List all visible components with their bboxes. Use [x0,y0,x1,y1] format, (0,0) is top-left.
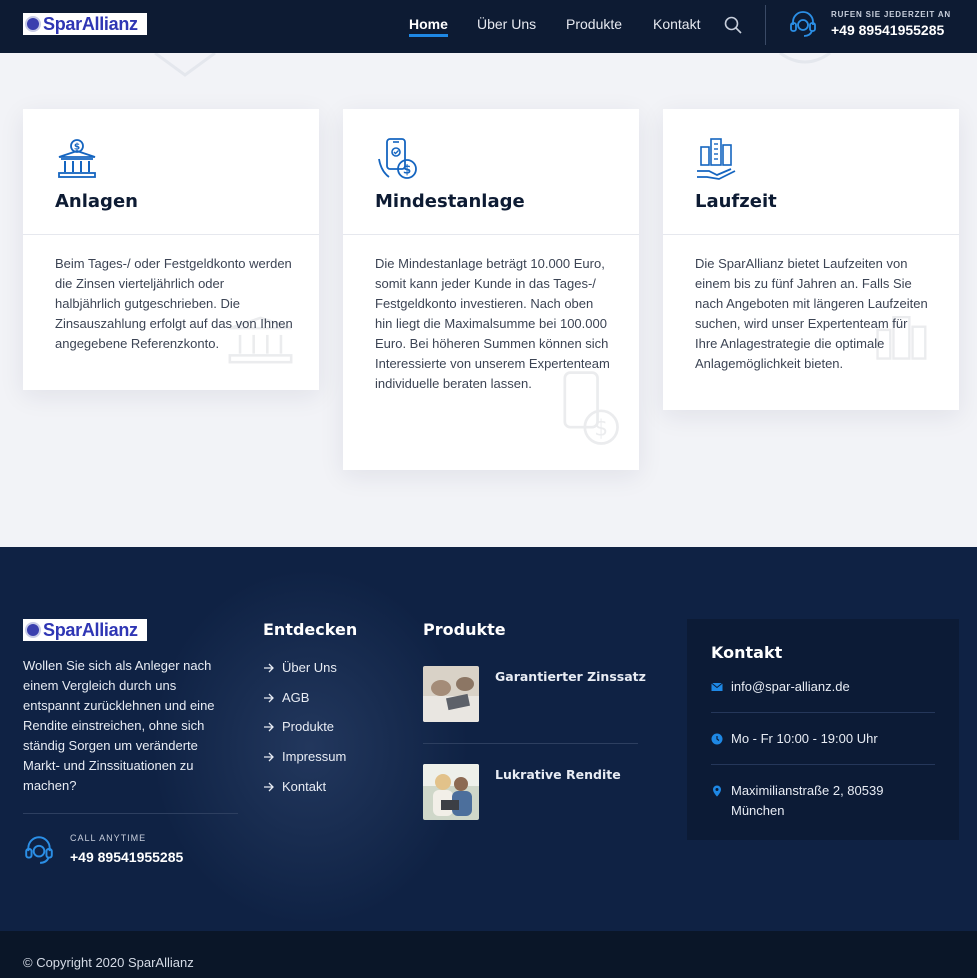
footer-link-impressum[interactable]: Impressum [263,749,346,764]
arrow-right-icon [264,693,274,702]
arrow-right-icon [264,782,274,791]
contact-heading: Kontakt [711,643,783,662]
footer-link-ueber-uns[interactable]: Über Uns [263,660,337,675]
footer-products-heading: Produkte [423,620,506,639]
footer-link-label: Produkte [282,719,335,734]
footer-phone[interactable]: +49 89541955285 [70,849,183,865]
arrow-right-icon [264,722,274,731]
copyright-text: © Copyright 2020 SparAllianz [23,955,194,970]
footer-divider [23,813,238,814]
contact-email-text: info@spar-allianz.de [731,679,850,694]
site-logo[interactable]: SparAllianz [23,13,147,35]
contact-hours-text: Mo - Fr 10:00 - 19:00 Uhr [731,731,878,746]
contact-divider [711,764,935,765]
logo-text: SparAllianz [43,620,138,640]
feature-card-anlagen: $ Anlagen Beim Tages-/ oder Festgeldkont… [23,109,319,390]
product-title[interactable]: Garantierter Zinssatz [495,669,646,684]
footer-logo[interactable]: SparAllianz [23,619,147,641]
search-icon[interactable] [723,15,743,35]
footer-description: Wollen Sie sich als Anleger nach einem V… [23,658,215,793]
contact-box: Kontakt info@spar-allianz.de Mo - Fr 10:… [687,619,959,840]
bank-watermark-icon [228,316,293,364]
site-header: SparAllianz Home Über Uns Produkte Konta… [0,0,977,53]
mobile-payment-icon: $ [378,138,417,179]
nav-produkte[interactable]: Produkte [566,16,622,32]
feature-card-laufzeit: Laufzeit Die SparAllianz bietet Laufzeit… [663,109,959,410]
svg-text:$: $ [594,416,608,441]
copyright-bar: © Copyright 2020 SparAllianz [0,931,977,978]
footer-link-label: Über Uns [282,660,337,675]
background-deco-icon [154,53,216,77]
footer-link-label: AGB [282,690,310,705]
footer-explore-heading: Entdecken [263,620,358,639]
contact-divider [711,712,935,713]
product-thumbnail[interactable] [423,666,479,722]
mobile-payment-watermark-icon: $ [563,371,619,445]
nav-home[interactable]: Home [409,16,448,37]
product-photo-icon [423,666,479,722]
card-divider [343,234,639,235]
logo-emblem-icon [25,622,41,638]
header-call-label: RUFEN SIE JEDERZEIT AN [831,10,951,19]
feature-card-mindestanlage: $ Mindestanlage Die Mindestanlage beträg… [343,109,639,470]
arrow-right-icon [264,752,274,761]
products-divider [423,743,638,744]
location-pin-icon [713,785,721,797]
contact-address-line1: Maximilianstraße 2, 80539 [731,783,884,798]
header-divider [765,5,766,45]
contact-address-line2: München [731,803,785,818]
product-thumbnail[interactable] [423,764,479,820]
header-phone[interactable]: +49 89541955285 [831,22,944,38]
svg-text:$: $ [403,163,411,177]
card-title: Laufzeit [695,191,777,212]
footer-link-label: Impressum [282,749,347,764]
footer-link-produkte[interactable]: Produkte [263,719,334,734]
site-footer: SparAllianz Wollen Sie sich als Anleger … [0,547,977,931]
headset-icon [25,836,53,864]
nav-kontakt[interactable]: Kontakt [653,16,700,32]
footer-link-agb[interactable]: AGB [263,690,309,705]
nav-ueber-uns[interactable]: Über Uns [477,16,536,32]
card-divider [23,234,319,235]
city-hand-icon [697,138,736,180]
city-watermark-icon [876,315,927,360]
background-deco-icon [779,53,831,64]
logo-emblem-icon [25,16,41,32]
mail-icon [711,682,723,691]
footer-link-label: Kontakt [282,779,327,794]
product-title[interactable]: Lukrative Rendite [495,767,621,782]
clock-icon [711,733,723,745]
product-photo-icon [423,764,479,820]
headset-icon [790,11,816,37]
footer-link-kontakt[interactable]: Kontakt [263,779,326,794]
arrow-right-icon [264,663,274,672]
card-title: Anlagen [55,191,138,212]
bank-icon: $ [58,139,96,178]
card-divider [663,234,959,235]
logo-text: SparAllianz [43,14,138,34]
footer-call-label: CALL ANYTIME [70,833,147,843]
card-title: Mindestanlage [375,191,525,212]
